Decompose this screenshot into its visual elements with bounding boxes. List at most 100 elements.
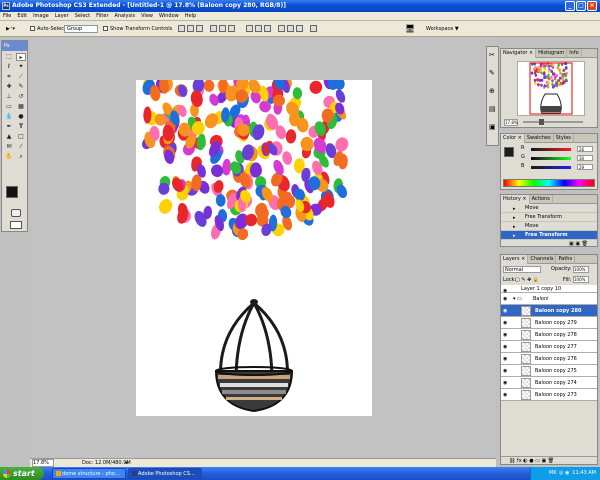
gradient-tool-icon[interactable]: ▦ bbox=[16, 103, 26, 111]
blend-mode-select[interactable]: Normal bbox=[503, 266, 541, 273]
align-vcenter-icon[interactable] bbox=[187, 25, 194, 32]
layer-row[interactable]: ◉ Baloon copy 275 bbox=[501, 365, 597, 377]
taskbar-item-dome-structure[interactable]: dome structure - pho... bbox=[52, 468, 126, 479]
menu-file[interactable]: File bbox=[0, 12, 14, 21]
layers-footer-icons[interactable]: ⛓ fx ◐ ● ▭ ▣ 🗑 bbox=[501, 456, 597, 464]
show-transform-checkbox[interactable]: Show Transform Controls bbox=[103, 21, 172, 37]
zoom-field[interactable]: 17.8% bbox=[32, 459, 54, 467]
bridge-icon[interactable]: 🖥 bbox=[405, 21, 415, 37]
eyedropper-tool-icon[interactable]: ⁄ bbox=[16, 143, 26, 151]
tab-info[interactable]: Info bbox=[567, 49, 582, 58]
align-bottom-icon[interactable] bbox=[196, 25, 203, 32]
hand-tool-icon[interactable]: ✋ bbox=[4, 153, 14, 161]
navigator-zoom-slider-thumb[interactable] bbox=[539, 119, 544, 125]
clone-stamp-tool-icon[interactable]: ⊥ bbox=[4, 93, 14, 101]
menu-window[interactable]: Window bbox=[156, 12, 182, 21]
g-value[interactable]: 30 bbox=[577, 155, 593, 161]
menu-select[interactable]: Select bbox=[72, 12, 93, 21]
color-spectrum-ramp[interactable] bbox=[503, 179, 595, 187]
distribute-top-icon[interactable] bbox=[246, 25, 253, 32]
pen-tool-icon[interactable]: ✒ bbox=[4, 123, 14, 131]
history-item[interactable]: ▸ Move bbox=[501, 204, 597, 213]
navigator-zoom-field[interactable]: 17.8% bbox=[504, 119, 518, 126]
menu-edit[interactable]: Edit bbox=[14, 12, 30, 21]
auto-select-checkbox[interactable]: Auto-Select: bbox=[30, 21, 68, 37]
align-right-icon[interactable] bbox=[228, 25, 235, 32]
color-foreground-swatch[interactable] bbox=[504, 147, 514, 157]
path-selection-tool-icon[interactable]: ▲ bbox=[4, 133, 14, 141]
tab-layers[interactable]: Layers × bbox=[501, 255, 529, 264]
slice-tool-icon[interactable]: ⟋ bbox=[16, 73, 26, 81]
tab-color[interactable]: Color × bbox=[501, 134, 525, 143]
magic-wand-tool-icon[interactable]: ✦ bbox=[16, 63, 26, 71]
zoom-tool-icon[interactable]: ⌕ bbox=[16, 153, 26, 161]
visibility-eye-icon[interactable]: ◉ bbox=[503, 320, 507, 326]
g-slider[interactable] bbox=[531, 157, 571, 160]
workspace-button[interactable]: Workspace ▼ bbox=[426, 21, 459, 37]
healing-brush-tool-icon[interactable]: ✚ bbox=[4, 83, 14, 91]
b-value[interactable]: 29 bbox=[577, 164, 593, 170]
tab-paths[interactable]: Paths bbox=[556, 255, 576, 264]
b-slider[interactable] bbox=[531, 166, 571, 169]
fill-field[interactable]: 100% bbox=[573, 276, 589, 283]
type-tool-icon[interactable]: T bbox=[16, 123, 26, 131]
r-slider[interactable] bbox=[531, 148, 571, 151]
folder-icon[interactable]: ▾ ▭ bbox=[513, 293, 522, 305]
lock-icons[interactable]: ▢ ✎ ✥ 🔒 bbox=[515, 277, 539, 283]
distribute-vcenter-icon[interactable] bbox=[255, 25, 262, 32]
distribute-right-icon[interactable] bbox=[296, 25, 303, 32]
visibility-eye-icon[interactable]: ◉ bbox=[503, 380, 507, 386]
layer-row[interactable]: ◉ Baloon copy 276 bbox=[501, 353, 597, 365]
auto-align-layers-icon[interactable] bbox=[310, 25, 317, 32]
visibility-eye-icon[interactable]: ◉ bbox=[503, 308, 507, 314]
screen-mode-icon[interactable] bbox=[10, 221, 22, 229]
tab-channels[interactable]: Channels bbox=[528, 255, 557, 264]
layer-row[interactable]: ◉ Baloon copy 279 bbox=[501, 317, 597, 329]
marquee-tool-icon[interactable]: ⬚ bbox=[4, 53, 14, 61]
layer-group-row[interactable]: ◉ ▾ ▭ Baloni bbox=[501, 293, 597, 305]
layer-row[interactable]: ◉ Baloon copy 274 bbox=[501, 377, 597, 389]
tools-panel-icon[interactable]: ✂ bbox=[489, 51, 495, 59]
history-item[interactable]: ▸ Free Transform bbox=[501, 231, 597, 240]
layer-row[interactable]: ◉ Baloon copy 273 bbox=[501, 389, 597, 401]
history-item[interactable]: ▸ Free Transform bbox=[501, 213, 597, 222]
move-tool-preset-icon[interactable]: ▶⁺▾ bbox=[6, 21, 15, 37]
visibility-eye-icon[interactable]: ◉ bbox=[503, 344, 507, 350]
auto-select-dropdown[interactable]: Group bbox=[64, 25, 98, 33]
visibility-eye-icon[interactable]: ◉ bbox=[503, 332, 507, 338]
visibility-eye-icon[interactable]: ◉ bbox=[503, 296, 507, 302]
tab-actions[interactable]: Actions bbox=[530, 195, 553, 204]
minimize-button[interactable]: _ bbox=[565, 1, 575, 11]
layer-row[interactable]: ◉ Baloon copy 277 bbox=[501, 341, 597, 353]
align-hcenter-icon[interactable] bbox=[219, 25, 226, 32]
distribute-hcenter-icon[interactable] bbox=[287, 25, 294, 32]
eraser-tool-icon[interactable]: ▭ bbox=[4, 103, 14, 111]
distribute-bottom-icon[interactable] bbox=[264, 25, 271, 32]
dodge-tool-icon[interactable]: ● bbox=[16, 113, 26, 121]
menu-image[interactable]: Image bbox=[30, 12, 52, 21]
layer-row[interactable]: ◉ Baloon copy 278 bbox=[501, 329, 597, 341]
visibility-eye-icon[interactable]: ◉ bbox=[503, 356, 507, 362]
document-canvas[interactable] bbox=[136, 80, 372, 416]
shape-tool-icon[interactable]: □ bbox=[16, 133, 26, 141]
history-item[interactable]: ▸ Move bbox=[501, 222, 597, 231]
layer-row[interactable]: ◉ Baloon copy 280 bbox=[501, 305, 597, 317]
crop-tool-icon[interactable]: ⌗ bbox=[4, 73, 14, 81]
taskbar-item-photoshop[interactable]: Adobe Photoshop CS... bbox=[128, 468, 202, 479]
brushes-panel-icon[interactable]: ✎ bbox=[489, 69, 495, 77]
menu-layer[interactable]: Layer bbox=[52, 12, 72, 21]
menu-help[interactable]: Help bbox=[182, 12, 199, 21]
tray-icons[interactable]: ◎ ◉ bbox=[559, 467, 569, 480]
visibility-eye-icon[interactable]: ◉ bbox=[503, 368, 507, 374]
brush-tool-icon[interactable]: ✎ bbox=[16, 83, 26, 91]
opacity-field[interactable]: 100% bbox=[573, 266, 589, 273]
history-brush-tool-icon[interactable]: ↺ bbox=[16, 93, 26, 101]
distribute-left-icon[interactable] bbox=[278, 25, 285, 32]
align-left-icon[interactable] bbox=[210, 25, 217, 32]
clone-source-panel-icon[interactable]: ⊕ bbox=[489, 87, 495, 95]
notes-tool-icon[interactable]: ✉ bbox=[4, 143, 14, 151]
menu-filter[interactable]: Filter bbox=[93, 12, 111, 21]
maximize-button[interactable]: □ bbox=[576, 1, 586, 11]
move-tool-icon[interactable]: ▸ bbox=[16, 53, 26, 61]
tab-history[interactable]: History × bbox=[501, 195, 530, 204]
